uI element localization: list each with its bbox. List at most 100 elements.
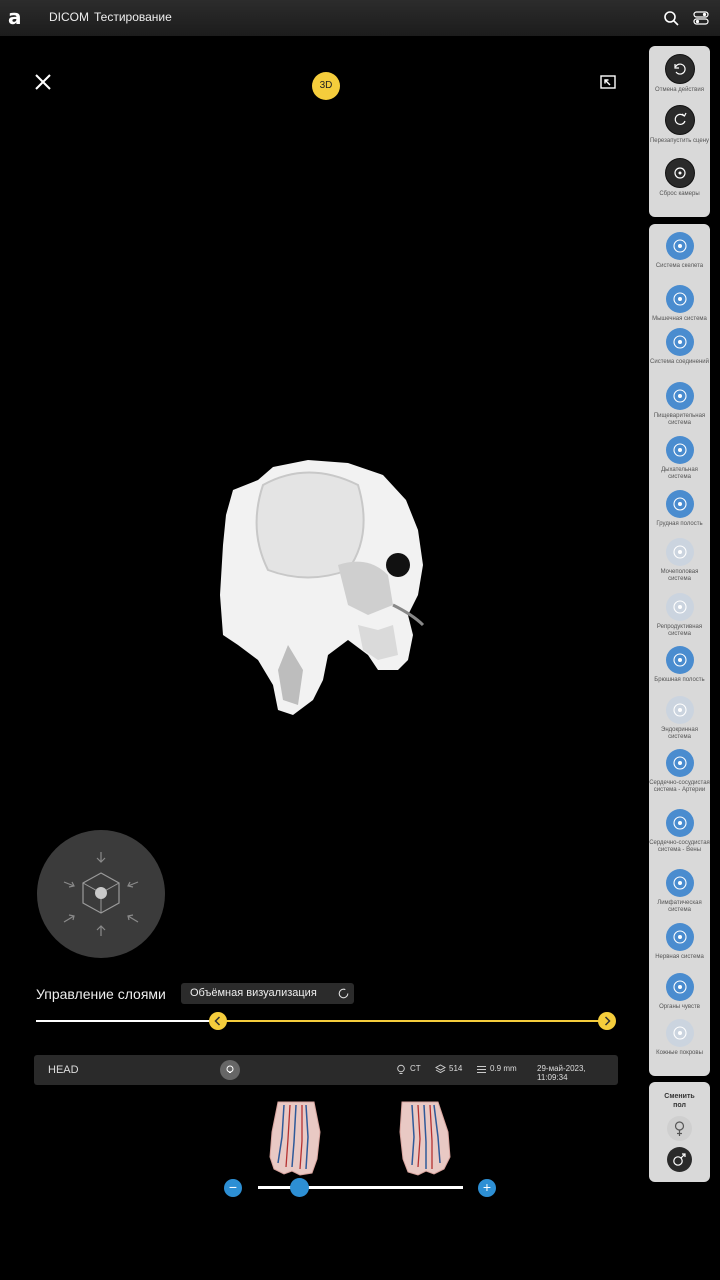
body-systems-panel: Система скелета Мышечная система Система с… bbox=[649, 224, 710, 1076]
system-label: Мочеполовая система bbox=[660, 569, 699, 582]
system-button-12[interactable]: Лимфатическая система bbox=[649, 869, 710, 914]
system-button-0[interactable]: Система скелета bbox=[649, 232, 710, 270]
zoom-out-button[interactable]: − bbox=[224, 1179, 242, 1197]
feet-preview-image[interactable] bbox=[262, 1097, 462, 1179]
action-button-1[interactable]: Перезапустить сцену bbox=[649, 105, 710, 145]
system-button-11[interactable]: Сердечно-сосудистая система - Вены bbox=[649, 809, 710, 854]
action-label: Отмена действия bbox=[655, 87, 704, 93]
system-label: Грудная полость bbox=[656, 521, 703, 527]
muscle-icon bbox=[665, 285, 694, 313]
right-foot-icon bbox=[399, 1101, 451, 1176]
system-button-15[interactable]: Кожные покровы bbox=[649, 1019, 710, 1057]
series-name: HEAD bbox=[48, 1064, 79, 1076]
system-button-3[interactable]: Пищеварительная система bbox=[649, 382, 710, 427]
series-info-bar[interactable]: HEAD CT 514 0.9 mm 29-май-2023, 11:09:34 bbox=[34, 1055, 618, 1085]
system-label: Сердечно-сосудистая система - Артерии bbox=[649, 780, 710, 793]
system-button-1[interactable]: Мышечная система bbox=[649, 285, 710, 323]
chevron-left-icon bbox=[214, 1016, 221, 1026]
loading-icon bbox=[338, 988, 349, 999]
zoom-thumb[interactable] bbox=[289, 1178, 309, 1197]
undo-icon bbox=[664, 54, 695, 84]
zoom-track[interactable] bbox=[258, 1186, 463, 1189]
thickness-icon bbox=[477, 1066, 486, 1073]
layers-mode-value: Объёмная визуализация bbox=[190, 987, 317, 999]
system-label: Брюшная полость bbox=[654, 677, 705, 683]
nerve-icon bbox=[665, 923, 694, 951]
lymph-icon bbox=[665, 869, 694, 897]
app-logo[interactable]: a bbox=[8, 6, 28, 28]
system-button-14[interactable]: Органы чувств bbox=[649, 973, 710, 1011]
layers-stack-icon bbox=[435, 1064, 446, 1074]
system-button-4[interactable]: Дыхательная система bbox=[649, 436, 710, 481]
system-label: Репродуктивная система bbox=[656, 624, 703, 637]
slice-thickness: 0.9 mm bbox=[490, 1064, 517, 1073]
system-button-7[interactable]: Репродуктивная система bbox=[649, 593, 710, 638]
eye-icon bbox=[665, 973, 694, 1001]
system-label: Эндокринная система bbox=[661, 727, 698, 740]
system-label: Кожные покровы bbox=[656, 1050, 703, 1056]
lungs-icon bbox=[665, 436, 694, 464]
navigation-gizmo[interactable] bbox=[37, 830, 165, 958]
mode-3d-badge[interactable]: 3D bbox=[312, 72, 340, 100]
system-label: Лимфатическая система bbox=[657, 900, 702, 913]
system-button-10[interactable]: Сердечно-сосудистая система - Артерии bbox=[649, 749, 710, 794]
zoom-in-button[interactable]: + bbox=[478, 1179, 496, 1197]
joints-icon bbox=[665, 328, 694, 356]
endocrine-icon bbox=[665, 696, 694, 724]
skull-icon bbox=[665, 232, 694, 260]
male-icon bbox=[673, 1153, 686, 1166]
layers-range-fill bbox=[218, 1020, 608, 1022]
modality-text: CT bbox=[410, 1064, 421, 1073]
chest-icon bbox=[665, 490, 694, 518]
left-foot-icon bbox=[269, 1101, 321, 1176]
actions-panel: Отмена действия Перезапустить сцену Сброс … bbox=[649, 46, 710, 217]
stomach-icon bbox=[665, 382, 694, 410]
slices-count: 514 bbox=[449, 1064, 463, 1073]
skull-3d-render[interactable] bbox=[218, 455, 438, 725]
system-button-5[interactable]: Грудная полость bbox=[649, 490, 710, 528]
search-icon[interactable] bbox=[662, 9, 680, 27]
system-label: Органы чувств bbox=[659, 1004, 700, 1010]
system-button-2[interactable]: Система соединений bbox=[649, 328, 710, 366]
bulb-icon bbox=[226, 1065, 234, 1073]
range-handle-start[interactable] bbox=[209, 1012, 227, 1030]
female-button[interactable] bbox=[667, 1116, 692, 1141]
menu-item-testing[interactable]: Тестирование bbox=[94, 10, 172, 24]
restart-icon bbox=[664, 105, 695, 135]
modality-icon bbox=[397, 1064, 405, 1074]
cube-orientation-icon[interactable] bbox=[37, 830, 165, 958]
system-button-13[interactable]: Нервная система bbox=[649, 923, 710, 961]
menu-item-dicom[interactable]: DICOM bbox=[49, 10, 89, 24]
range-handle-end[interactable] bbox=[598, 1012, 616, 1030]
layers-mode-select[interactable]: Объёмная визуализация bbox=[181, 983, 354, 1004]
bulb-button[interactable] bbox=[220, 1060, 240, 1080]
reset-camera-icon bbox=[664, 158, 695, 188]
action-button-2[interactable]: Сброс камеры bbox=[649, 158, 710, 198]
chevron-right-icon bbox=[604, 1016, 611, 1026]
system-button-6[interactable]: Мочеполовая система bbox=[649, 538, 710, 583]
system-button-9[interactable]: Эндокринная система bbox=[649, 696, 710, 741]
system-button-8[interactable]: Брюшная полость bbox=[649, 646, 710, 684]
top-bar: a DICOM Тестирование bbox=[0, 0, 720, 36]
female-icon bbox=[674, 1121, 685, 1136]
system-label: Мышечная система bbox=[652, 316, 707, 322]
system-label: Пищеварительная система bbox=[653, 413, 706, 426]
system-label: Дыхательная система bbox=[661, 467, 698, 480]
kidneys-icon bbox=[665, 538, 694, 566]
abdomen-icon bbox=[665, 646, 694, 674]
gender-panel: Сменить пол bbox=[649, 1082, 710, 1182]
collapse-icon[interactable] bbox=[600, 74, 616, 90]
heart-veins-icon bbox=[665, 809, 694, 837]
close-icon[interactable] bbox=[33, 72, 53, 92]
heart-arteries-icon bbox=[665, 749, 694, 777]
toggle-icon[interactable] bbox=[692, 9, 710, 27]
layers-title: Управление слоями bbox=[36, 986, 166, 1002]
system-label: Система скелета bbox=[655, 263, 704, 269]
action-label: Перезапустить сцену bbox=[649, 138, 710, 144]
reproductive-icon bbox=[665, 593, 694, 621]
action-button-0[interactable]: Отмена действия bbox=[649, 54, 710, 94]
male-button[interactable] bbox=[667, 1147, 692, 1172]
gender-panel-title: Сменить пол bbox=[664, 1093, 695, 1109]
system-label: Нервная система bbox=[655, 954, 704, 960]
system-label: Система соединений bbox=[650, 359, 709, 365]
